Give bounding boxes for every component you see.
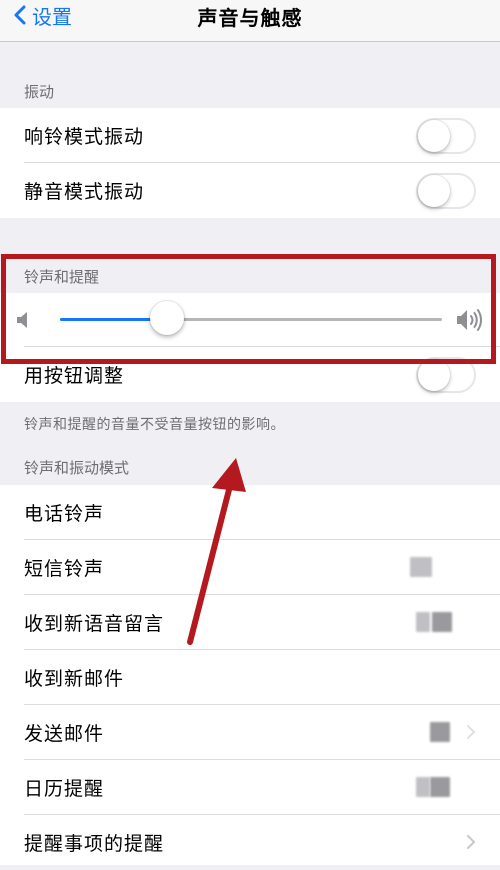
row-change-with-buttons: 用按钮调整 [0, 347, 500, 402]
ringer-footer-note: 铃声和提醒的音量不受音量按钮的影响。 [24, 417, 285, 433]
blurred-value [410, 557, 432, 577]
list-item-label: 日历提醒 [24, 778, 105, 800]
list-item-label: 收到新语音留言 [24, 613, 165, 635]
chevron-right-icon [467, 835, 476, 849]
section-header-ringtones: 铃声和振动模式 [24, 459, 130, 477]
list-item-label: 电话铃声 [24, 503, 105, 525]
list-item-sent-mail[interactable]: 发送邮件 [0, 705, 500, 760]
list-item-new-voicemail[interactable]: 收到新语音留言 [0, 595, 500, 650]
toggle-knob [418, 358, 450, 391]
speaker-low-icon [17, 312, 27, 328]
list-item-text-tone[interactable]: 短信铃声 [0, 540, 500, 595]
row-ringer-volume [0, 293, 500, 347]
change-with-buttons-label: 用按钮调整 [24, 365, 125, 387]
ring-mode-vibration-label: 响铃模式振动 [24, 126, 145, 148]
silent-mode-vibration-label: 静音模式振动 [24, 181, 145, 203]
toggle-knob [418, 119, 450, 152]
list-item-ringtone[interactable]: 电话铃声 [0, 485, 500, 540]
blurred-value [432, 612, 452, 632]
list-item-label: 短信铃声 [24, 558, 105, 580]
page-title: 声音与触感 [197, 6, 303, 30]
list-item-label: 提醒事项的提醒 [24, 833, 165, 855]
ringtone-group: 电话铃声 短信铃声 收到新语音留言 收到新邮件 发送邮件 日历提醒 提醒事项的提… [0, 485, 500, 865]
slider-thumb[interactable] [150, 301, 184, 335]
section-header-ringer: 铃声和提醒 [24, 268, 100, 286]
silent-mode-vibration-toggle[interactable] [416, 172, 476, 209]
section-header-vibration: 振动 [24, 83, 55, 101]
list-item-calendar-alerts[interactable]: 日历提醒 [0, 760, 500, 815]
list-item-label: 发送邮件 [24, 723, 105, 745]
navigation-bar: 设置 声音与触感 [0, 0, 500, 42]
speaker-high-icon [457, 309, 482, 331]
change-with-buttons-toggle[interactable] [416, 356, 476, 393]
list-item-reminder-alerts[interactable]: 提醒事项的提醒 [0, 815, 500, 870]
blurred-value [416, 612, 430, 632]
list-item-new-mail[interactable]: 收到新邮件 [0, 650, 500, 705]
row-silent-mode-vibration: 静音模式振动 [0, 163, 500, 218]
ring-mode-vibration-toggle[interactable] [416, 117, 476, 154]
ringer-volume-slider[interactable] [60, 318, 442, 321]
list-item-label: 收到新邮件 [24, 668, 125, 690]
toggle-knob [418, 174, 450, 207]
blurred-value [416, 777, 430, 797]
blurred-value [430, 777, 450, 797]
row-ring-mode-vibration: 响铃模式振动 [0, 108, 500, 163]
vibration-group: 响铃模式振动 静音模式振动 [0, 108, 500, 218]
blurred-value [430, 722, 450, 742]
chevron-right-icon [467, 725, 476, 739]
ringer-group: 用按钮调整 [0, 293, 500, 402]
